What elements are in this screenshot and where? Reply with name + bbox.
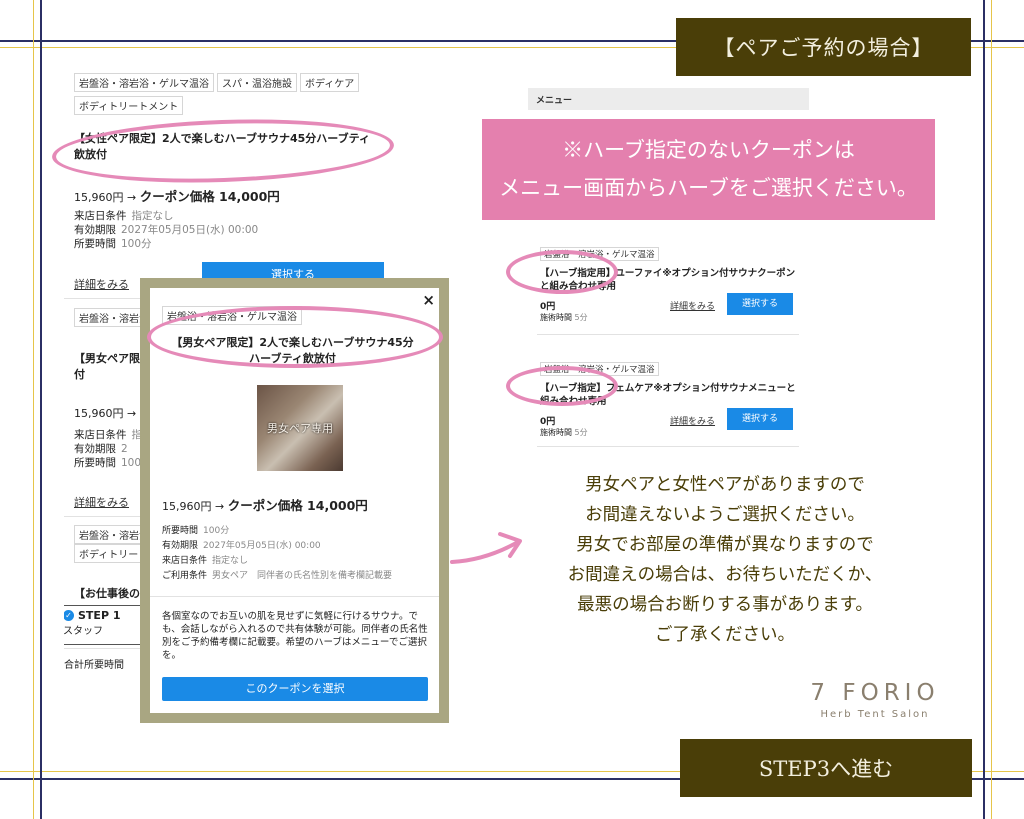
select-button[interactable]: 選択する [727,293,793,315]
menu-header: メニュー [528,88,809,110]
coupon-conditions: 来店日条件指 有効期限 2 所要時間 100 [74,429,142,469]
coupon-image: 男女ペア専用 [257,385,343,471]
notice-line-1: ※ハーブ指定のないクーポンは [562,138,855,162]
popup-description: 各個室なのでお互いの肌を見せずに気軽に行けるサウナ。でも、会話しながら入れるので… [162,611,428,661]
details-link[interactable]: 詳細をみる [74,276,129,292]
details-link[interactable]: 詳細をみる [74,494,129,510]
coupon-conditions: 来店日条件 指定なし 有効期限 2027年05月05日(水) 00:00 所要時間 1… [74,210,259,250]
divider [150,596,439,597]
pair-booking-title: 【ペアご予約の場合】 [713,36,934,60]
frame-line-right [983,0,985,819]
close-icon[interactable]: × [422,291,435,309]
arrow-right-icon [450,532,522,564]
check-circle-icon: ✓ [64,610,74,621]
herb-notice-box: ※ハーブ指定のないクーポンは メニュー画面からハーブをご選択ください。 [482,119,935,220]
step3-label: STEP3へ進む [758,757,894,781]
category-tag[interactable]: スパ・温浴施設 [217,73,297,92]
divider [537,334,799,335]
category-tag[interactable]: 岩盤浴・溶岩浴・ゲルマ温浴 [74,73,214,92]
logo-name: 7 FORIO [810,680,940,706]
coupon-price: 15,960円 → [74,407,137,420]
total-duration-label: 合計所要時間 [64,660,124,671]
highlight-oval [506,250,618,294]
divider [537,446,799,447]
highlight-oval [147,306,443,368]
notice-line-2: メニュー画面からハーブをご選択ください。 [499,176,918,200]
logo-tagline: Herb Tent Salon [820,709,930,720]
step-box[interactable]: ✓ STEP 1 スタッフ [64,605,150,645]
frame-line-right-gold [991,0,992,819]
step-sub-label: スタッフ [64,626,103,637]
details-link[interactable]: 詳細をみる [670,414,715,427]
pair-warning-message: 男女ペアと女性ペアがありますので お間違えないようご選択ください。 男女でお部屋… [567,475,883,645]
step-label: STEP 1 [78,609,121,622]
select-button[interactable]: 選択する [727,408,793,430]
coupon-image-text: 男女ペア専用 [267,422,333,435]
salon-logo: 7 FORIO Herb Tent Salon [800,680,950,720]
popup-price: 15,960円 → クーポン価格 14,000円 [162,498,368,513]
select-this-coupon-button[interactable]: このクーポンを選択 [162,677,428,701]
pair-booking-banner: 【ペアご予約の場合】 [676,18,971,76]
step3-banner[interactable]: STEP3へ進む [680,739,972,797]
details-link[interactable]: 詳細をみる [670,299,715,312]
category-tag[interactable]: ボディトリートメント [74,96,184,115]
highlight-oval [506,366,618,406]
frame-line-left [40,0,42,819]
popup-conditions: 所要時間 100分 有効期限 2027年05月05日(水) 00:00 来店日条件指… [162,526,393,581]
coupon-title-after-work[interactable]: 【お仕事後の [74,586,140,602]
category-tag[interactable]: ボディケア [300,73,360,92]
frame-line-left-gold [33,0,34,819]
coupon-price: 15,960円 → クーポン価格 14,000円 [74,189,280,204]
